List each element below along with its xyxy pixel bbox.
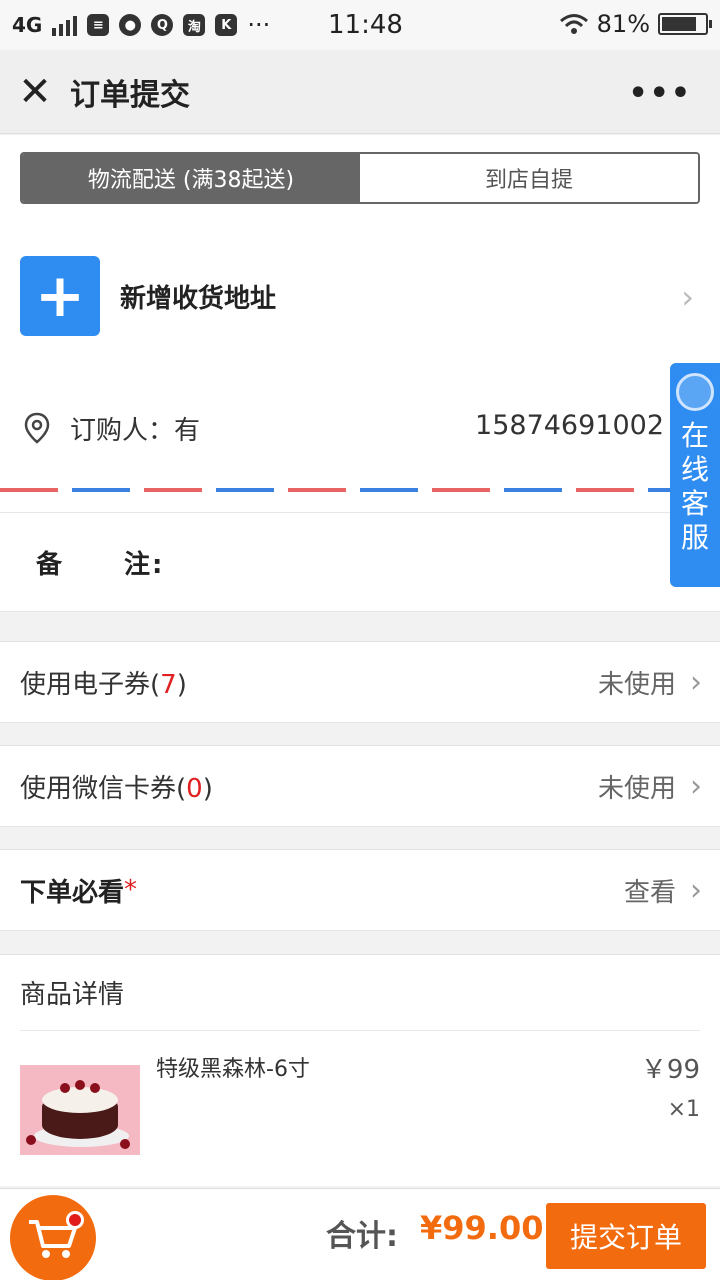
product-name: 特级黑森林-6寸 [156,1057,310,1082]
cart-badge [66,1211,84,1229]
remark-label-b: 注: [124,549,165,580]
wechat-coupon-status: 未使用 [597,773,676,804]
e-coupon-row[interactable]: 使用电子券(7) 未使用 › [0,641,720,723]
wifi-icon [559,14,588,34]
order-notice-row[interactable]: 下单必看 * 查看 › [0,849,720,931]
delivery-mode-tabs: 物流配送 (满38起送) 到店自提 [20,152,700,204]
battery-percent: 81% [596,10,650,38]
clock: 11:48 [328,10,403,40]
more-notifications-icon: ··· [247,11,271,39]
data-icon: ≡ [87,14,110,36]
tab-store-pickup[interactable]: 到店自提 [360,154,698,202]
orderer-phone: 15874691002 [475,410,664,441]
page-title: 订单提交 [70,77,190,113]
add-address-label: 新增收货地址 [120,283,277,314]
wechat-coupon-label: 使用微信卡券(0) [20,773,213,804]
e-coupon-status: 未使用 [597,669,676,700]
airmail-divider [0,488,720,492]
taobao-icon: 淘 [183,14,206,36]
order-notice-label: 下单必看 [20,877,125,908]
nav-bar: ✕ 订单提交 ••• [0,50,720,134]
network-indicator: 4G [12,13,43,37]
goods-detail-header: 商品详情 [20,955,700,1031]
qq-icon: Q [151,14,174,36]
remark-row[interactable]: 备 注: [0,512,720,612]
required-mark: * [124,875,138,905]
orderer-label: 订购人：有 [70,415,201,446]
add-address-row[interactable]: + 新增收货地址 › [20,256,700,336]
e-coupon-count: 7 [160,669,177,700]
chevron-right-icon: › [690,664,702,700]
product-price: ￥99 [640,1055,700,1085]
cart-button[interactable] [10,1195,96,1280]
total-label: 合计: [326,1219,398,1254]
goods-detail-section: 商品详情 特级黑森林-6寸 ￥99 ×1 [0,954,720,1186]
app-notification-icon: ● [119,14,142,36]
more-menu-button[interactable]: ••• [628,76,692,111]
plus-icon: + [20,256,100,336]
close-button[interactable]: ✕ [0,50,70,134]
close-icon: ✕ [18,68,52,115]
tab-logistics-delivery[interactable]: 物流配送 (满38起送) [22,154,360,202]
chevron-right-icon: › [690,872,702,908]
k-app-icon: K [215,14,238,36]
chevron-right-icon: › [681,278,694,316]
status-bar: 4G ≡ ● Q 淘 K ··· 11:48 81% [0,0,720,50]
product-quantity: ×1 [667,1097,700,1122]
view-link: 查看 [623,877,676,908]
signal-icon [52,14,78,36]
submit-order-button[interactable]: 提交订单 [546,1203,706,1269]
location-pin-icon [24,412,50,444]
e-coupon-label: 使用电子券(7) [20,669,187,700]
checkout-bar: 合计: ¥99.00 提交订单 [0,1188,720,1280]
orderer-row: 订购人：有 15874691002 [20,400,670,456]
online-service-label: 在线客服 [680,419,709,554]
product-image[interactable] [20,1065,140,1155]
headset-icon [676,373,714,411]
wechat-coupon-count: 0 [186,773,203,804]
chevron-right-icon: › [690,768,702,804]
remark-label-a: 备 [36,549,65,580]
wechat-coupon-row[interactable]: 使用微信卡券(0) 未使用 › [0,745,720,827]
battery-icon [658,13,712,35]
total-amount: ¥99.00 [420,1209,544,1247]
online-service-button[interactable]: 在线客服 [670,363,720,587]
